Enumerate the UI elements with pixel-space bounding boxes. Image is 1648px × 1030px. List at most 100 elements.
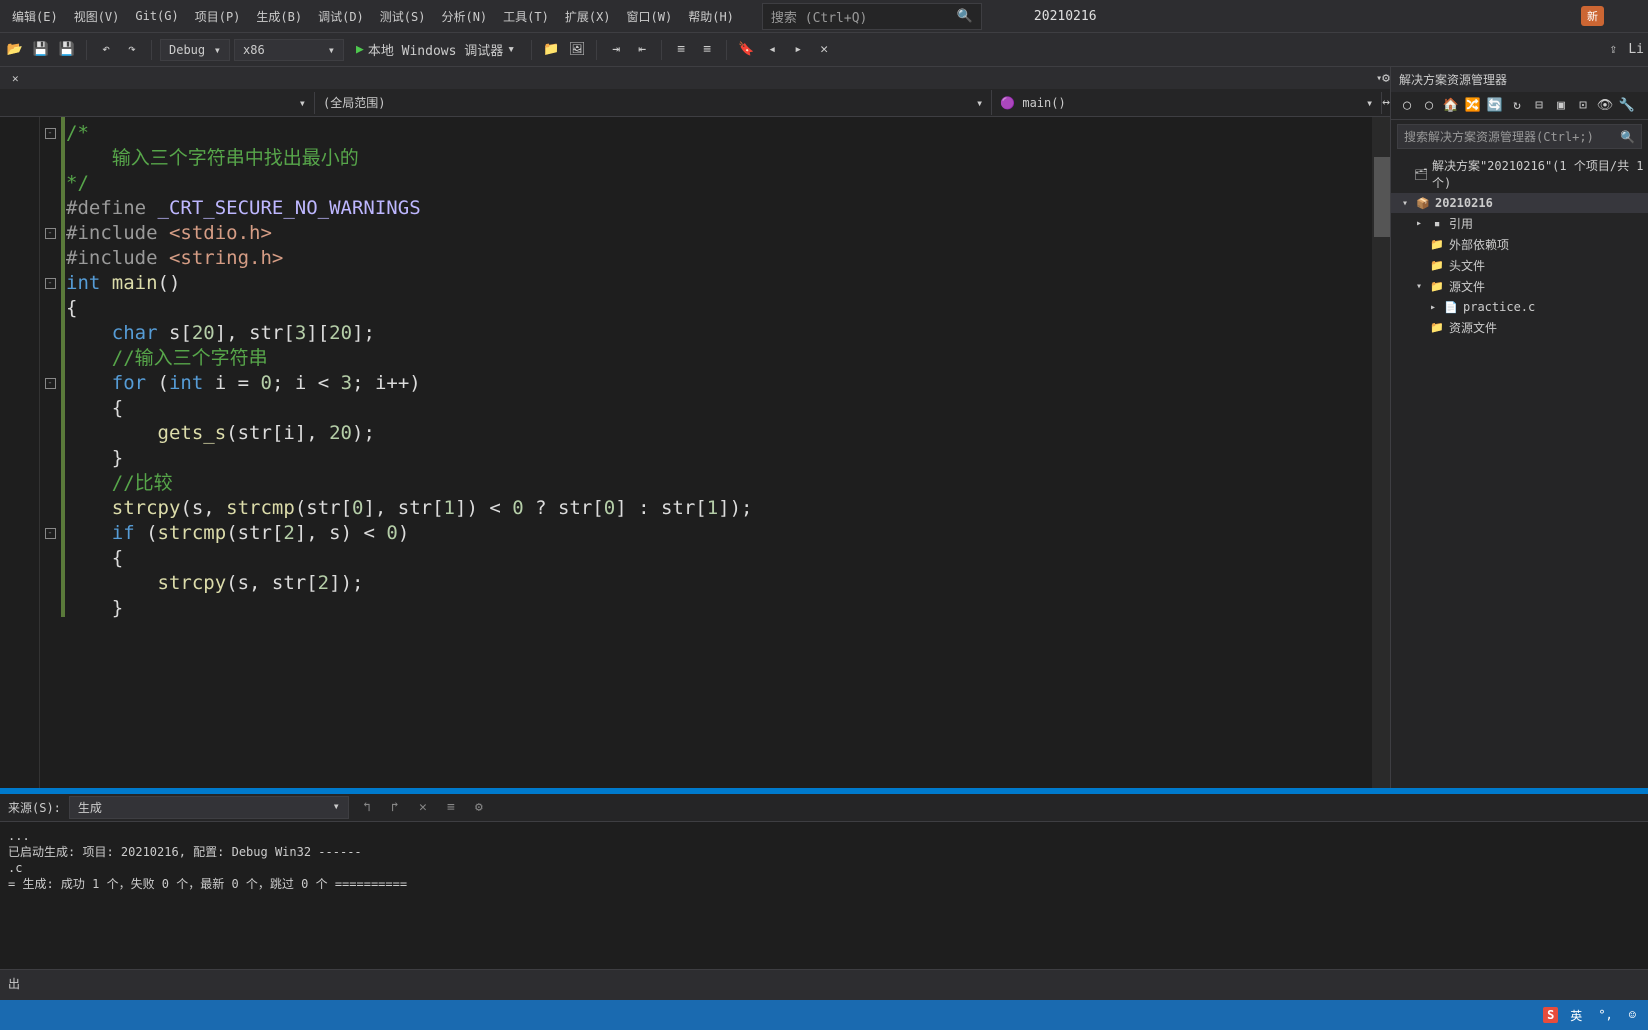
menu-git[interactable]: Git(G) [127, 5, 186, 27]
back-icon[interactable]: ◯ [1399, 98, 1415, 114]
menu-edit[interactable]: 编辑(E) [4, 4, 66, 29]
nav-scope-combo[interactable]: (全局范围)▾ [315, 90, 992, 115]
chevron-down-icon: ▾ [507, 42, 515, 57]
word-wrap-icon[interactable]: ≡ [441, 798, 461, 818]
expand-arrow-icon[interactable]: ▾ [1413, 281, 1425, 292]
toolbar: 📂 💾 💾 ↶ ↷ Debug▾ x86▾ ▶本地 Windows 调试器▾ 📁… [0, 33, 1648, 67]
menu-tools[interactable]: 工具(T) [495, 4, 557, 29]
sync-icon[interactable]: 🔄 [1487, 98, 1503, 114]
switch-view-icon[interactable]: 🔀 [1465, 98, 1481, 114]
output-header: 来源(S): 生成▾ ↰ ↱ ✕ ≡ ⚙ [0, 794, 1648, 822]
expand-arrow-icon[interactable]: ▸ [1413, 218, 1425, 229]
menu-test[interactable]: 测试(S) [372, 4, 434, 29]
chevron-down-icon: ▾ [328, 43, 335, 57]
preview-icon[interactable]: 👁 [1597, 98, 1613, 114]
scroll-thumb[interactable] [1374, 157, 1390, 237]
forward-icon[interactable]: ◯ [1421, 98, 1437, 114]
tree-item[interactable]: ▾📁源文件 [1391, 276, 1648, 297]
menu-build[interactable]: 生成(B) [248, 4, 310, 29]
open-file-icon[interactable]: 📂 [4, 39, 26, 61]
sln-icon: 🗂 [1414, 166, 1428, 182]
output-text[interactable]: ... 已启动生成: 项目: 20210216, 配置: Debug Win32… [0, 822, 1648, 969]
properties-icon[interactable]: ⊡ [1575, 98, 1591, 114]
fold-toggle[interactable]: - [45, 278, 56, 289]
nav-type-combo[interactable]: ▾ [0, 92, 315, 114]
refresh-icon[interactable]: ↻ [1509, 98, 1525, 114]
show-all-icon[interactable]: ▣ [1553, 98, 1569, 114]
image-icon[interactable]: 🖼 [566, 39, 588, 61]
bookmark-next-icon[interactable]: ▸ [787, 39, 809, 61]
live-share-icon[interactable]: ⇪ [1602, 39, 1624, 61]
sidebar-search-input[interactable]: 搜索解决方案资源管理器(Ctrl+;) 🔍 [1397, 124, 1642, 149]
expand-arrow-icon[interactable]: ▸ [1427, 302, 1439, 313]
live-share-label[interactable]: Li [1628, 42, 1644, 57]
fold-toggle[interactable]: - [45, 128, 56, 139]
fold-toggle[interactable]: - [45, 528, 56, 539]
goto-prev-icon[interactable]: ↰ [357, 798, 377, 818]
indent-more-icon[interactable]: ≡ [696, 39, 718, 61]
redo-icon[interactable]: ↷ [121, 39, 143, 61]
bookmark-icon[interactable]: 🔖 [735, 39, 757, 61]
config-combo[interactable]: Debug▾ [160, 39, 230, 61]
solution-explorer: 解决方案资源管理器 ◯ ◯ 🏠 🔀 🔄 ↻ ⊟ ▣ ⊡ 👁 🔧 搜索解决方案资源… [1390, 67, 1648, 788]
tree-item[interactable]: ▾📦20210216 [1391, 193, 1648, 213]
clear-icon[interactable]: ✕ [413, 798, 433, 818]
tree-item[interactable]: ▸▪引用 [1391, 213, 1648, 234]
step-out-icon[interactable]: ⇤ [631, 39, 653, 61]
wrench-icon[interactable]: 🔧 [1619, 98, 1635, 114]
tree-item[interactable]: 🗂解决方案"20210216"(1 个项目/共 1 个) [1391, 155, 1648, 193]
tree-item[interactable]: 📁外部依赖项 [1391, 234, 1648, 255]
save-icon[interactable]: 💾 [30, 39, 52, 61]
menu-help[interactable]: 帮助(H) [680, 4, 742, 29]
new-folder-icon[interactable]: 📁 [540, 39, 562, 61]
search-placeholder: 搜索 (Ctrl+Q) [771, 7, 867, 26]
window-title: 20210216 [1022, 5, 1109, 28]
tree-label: 引用 [1449, 215, 1473, 232]
save-all-icon[interactable]: 💾 [56, 39, 78, 61]
sidebar-search-placeholder: 搜索解决方案资源管理器(Ctrl+;) [1404, 128, 1594, 145]
step-icon[interactable]: ⇥ [605, 39, 627, 61]
tree-label: 外部依赖项 [1449, 236, 1509, 253]
bookmark-prev-icon[interactable]: ◂ [761, 39, 783, 61]
scrollbar[interactable] [1372, 117, 1390, 788]
code-area[interactable]: - - - - - /* 输入三个字符串中找出最小的*/#define _CRT_SEC… [0, 117, 1390, 788]
menu-extensions[interactable]: 扩展(X) [557, 4, 619, 29]
search-icon: 🔍 [1620, 130, 1635, 144]
menu-debug[interactable]: 调试(D) [310, 4, 372, 29]
fold-toggle[interactable]: - [45, 378, 56, 389]
collapse-icon[interactable]: ⊟ [1531, 98, 1547, 114]
expand-arrow-icon[interactable]: ▾ [1399, 198, 1411, 209]
nav-func-combo[interactable]: 🟣 main()▾ [992, 92, 1382, 114]
run-button[interactable]: ▶本地 Windows 调试器▾ [348, 37, 523, 62]
ime-lang[interactable]: 英 [1566, 1005, 1586, 1026]
menu-view[interactable]: 视图(V) [66, 4, 128, 29]
tree-item[interactable]: 📁资源文件 [1391, 317, 1648, 338]
tab-settings-icon[interactable]: ⚙ [1382, 71, 1390, 86]
editor-tab[interactable]: ✕ [4, 70, 27, 87]
bookmark-clear-icon[interactable]: ✕ [813, 39, 835, 61]
sogou-ime-icon[interactable]: S [1543, 1007, 1558, 1023]
undo-icon[interactable]: ↶ [95, 39, 117, 61]
output-settings-icon[interactable]: ⚙ [469, 798, 489, 818]
split-icon[interactable]: ↔ [1382, 95, 1390, 110]
indent-less-icon[interactable]: ≡ [670, 39, 692, 61]
menu-project[interactable]: 项目(P) [187, 4, 249, 29]
fold-gutter: - - - - - [40, 117, 60, 788]
home-icon[interactable]: 🏠 [1443, 98, 1459, 114]
search-input[interactable]: 搜索 (Ctrl+Q) 🔍 [762, 3, 982, 30]
tree-item[interactable]: ▸📄practice.c [1391, 297, 1648, 317]
fold-toggle[interactable]: - [45, 228, 56, 239]
goto-next-icon[interactable]: ↱ [385, 798, 405, 818]
platform-combo[interactable]: x86▾ [234, 39, 344, 61]
output-source-combo[interactable]: 生成▾ [69, 796, 349, 819]
tree-item[interactable]: 📁头文件 [1391, 255, 1648, 276]
code-text[interactable]: /* 输入三个字符串中找出最小的*/#define _CRT_SECURE_NO… [66, 117, 1372, 788]
separator [86, 40, 87, 60]
close-icon[interactable]: ✕ [12, 72, 19, 85]
separator [596, 40, 597, 60]
menu-window[interactable]: 窗口(W) [619, 4, 681, 29]
ime-face-icon[interactable]: ☺ [1625, 1006, 1640, 1024]
menu-analyze[interactable]: 分析(N) [433, 4, 495, 29]
new-badge[interactable]: 新 [1581, 6, 1604, 26]
ime-mode-icon[interactable]: °, [1594, 1006, 1616, 1024]
